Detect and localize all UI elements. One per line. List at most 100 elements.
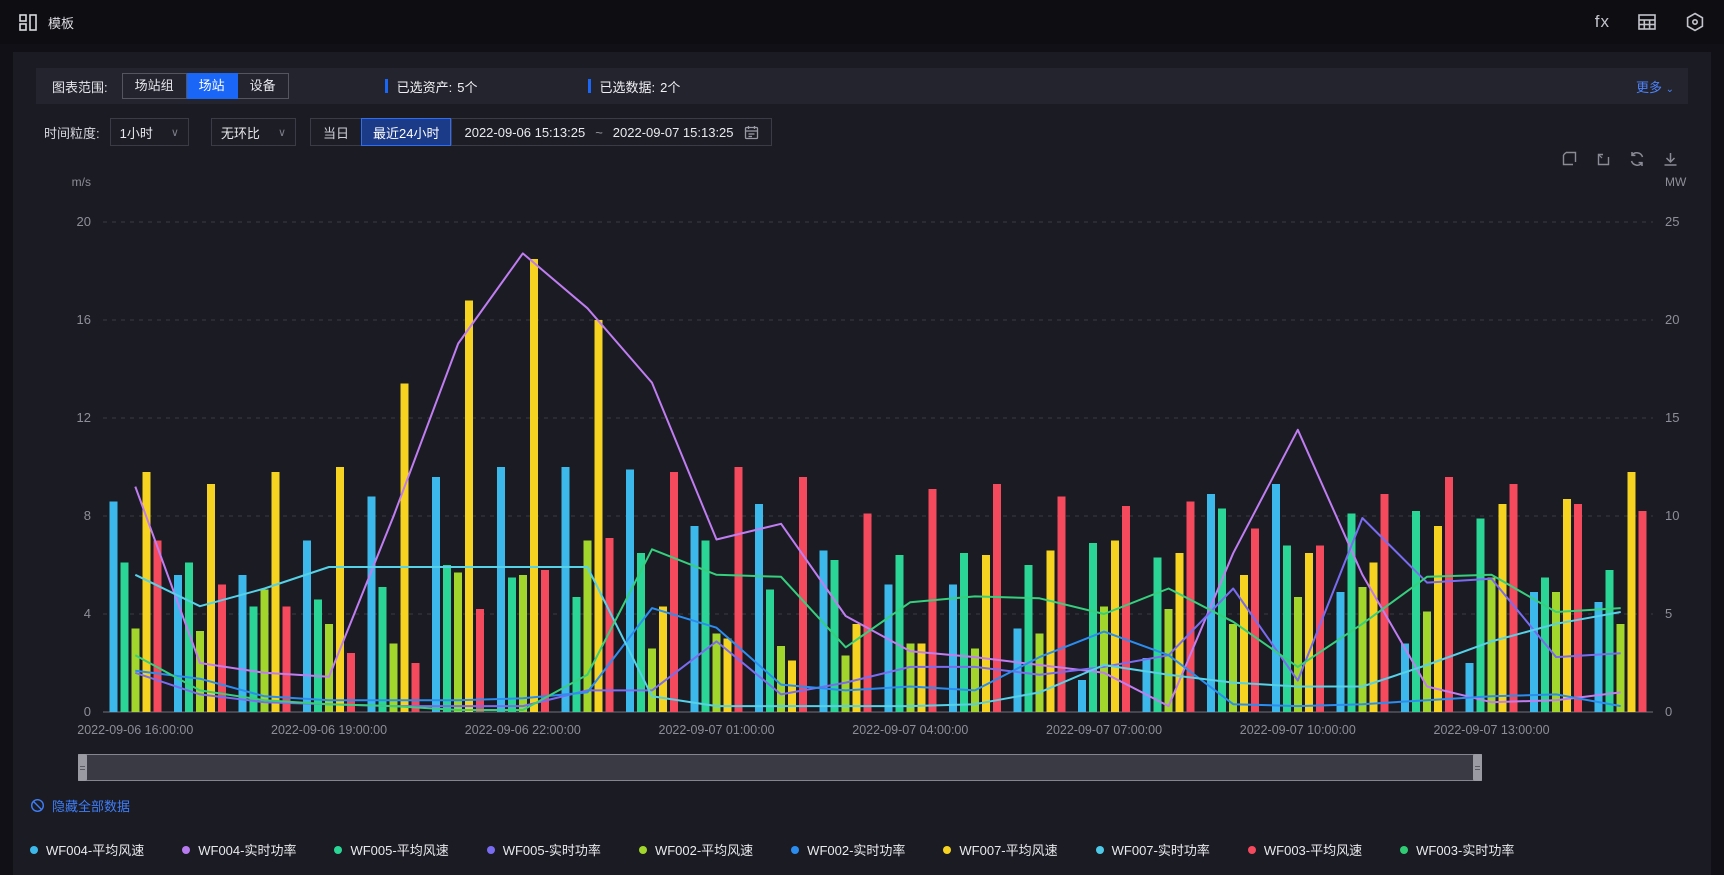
bar[interactable] <box>959 552 968 713</box>
bar[interactable] <box>712 633 721 712</box>
settings-gear-icon[interactable] <box>1684 11 1706 33</box>
bar[interactable] <box>1229 623 1238 712</box>
bar[interactable] <box>282 606 291 712</box>
bar[interactable] <box>109 501 118 712</box>
legend-item[interactable]: WF005-实时功率 <box>486 840 601 859</box>
bar[interactable] <box>303 540 311 713</box>
bar[interactable] <box>195 631 204 712</box>
bar[interactable] <box>271 471 280 712</box>
chart-area[interactable]: 0 4 8 12 16 20 0 5 10 15 20 25 m/s MW 2022-09-06 16:00… <box>13 172 1713 738</box>
bar[interactable] <box>443 565 452 712</box>
bar[interactable] <box>367 496 376 712</box>
bar[interactable] <box>1293 596 1302 713</box>
bar[interactable] <box>1369 562 1378 712</box>
table-view-icon[interactable] <box>1636 11 1658 33</box>
legend-item[interactable]: WF005-平均风速 <box>334 840 449 859</box>
legend-item[interactable]: WF004-平均风速 <box>30 840 144 859</box>
last24h-button[interactable]: 最近24小时 <box>361 118 452 146</box>
bar[interactable] <box>917 643 926 712</box>
bar[interactable] <box>734 467 743 712</box>
bar[interactable] <box>1078 680 1086 712</box>
bar[interactable] <box>1164 609 1173 712</box>
bar[interactable] <box>1271 484 1280 712</box>
datazoom-right-handle[interactable] <box>1473 754 1482 781</box>
bar[interactable] <box>1142 658 1151 712</box>
bar[interactable] <box>529 258 538 713</box>
bar[interactable] <box>884 584 893 712</box>
refresh-icon[interactable] <box>1628 150 1646 168</box>
datazoom-slider[interactable] <box>78 754 1482 781</box>
bar[interactable] <box>1240 574 1249 712</box>
scope-button[interactable]: 设备 <box>237 73 289 99</box>
legend-item[interactable]: WF007-实时功率 <box>1095 840 1210 859</box>
legend-item[interactable]: WF002-实时功率 <box>791 840 905 859</box>
bar[interactable] <box>1509 484 1518 712</box>
bar[interactable] <box>153 540 162 713</box>
bar[interactable] <box>206 484 215 712</box>
today-button[interactable]: 当日 <box>310 118 362 146</box>
zoom-select-icon[interactable] <box>1562 150 1579 168</box>
bar[interactable] <box>1024 565 1033 712</box>
bar[interactable] <box>799 476 808 712</box>
datazoom-left-handle[interactable] <box>78 754 87 781</box>
bar[interactable] <box>1100 606 1108 712</box>
granularity-select[interactable]: 1小时 ∨ <box>109 118 189 146</box>
bar[interactable] <box>777 645 786 713</box>
bar[interactable] <box>1153 557 1162 712</box>
bar[interactable] <box>1638 511 1647 712</box>
bar[interactable] <box>476 609 485 712</box>
bar[interactable] <box>454 572 463 713</box>
bar[interactable] <box>518 574 527 712</box>
bar[interactable] <box>1282 545 1291 712</box>
bar[interactable] <box>1627 471 1636 712</box>
bar[interactable] <box>1304 552 1313 713</box>
bar[interactable] <box>314 599 322 712</box>
date-range-picker[interactable]: 2022-09-06 15:13:25 ~ 2022-09-07 15:13:2… <box>451 118 772 146</box>
power-line[interactable] <box>134 252 1621 708</box>
bar[interactable] <box>1563 498 1572 712</box>
bar[interactable] <box>336 467 344 712</box>
bar[interactable] <box>1616 623 1625 712</box>
bar[interactable] <box>766 589 775 713</box>
fx-formula-icon[interactable]: fx <box>1595 12 1610 32</box>
bar[interactable] <box>120 562 129 712</box>
bar[interactable] <box>1089 542 1097 712</box>
bar[interactable] <box>572 596 581 713</box>
bar[interactable] <box>507 577 516 713</box>
bar[interactable] <box>690 525 699 712</box>
compare-select[interactable]: 无环比 ∨ <box>210 118 296 146</box>
bar[interactable] <box>249 606 258 712</box>
bar[interactable] <box>1445 476 1453 712</box>
legend-item[interactable]: WF003-实时功率 <box>1400 840 1514 859</box>
bar[interactable] <box>906 643 915 712</box>
bar[interactable] <box>496 467 505 712</box>
bar[interactable] <box>347 653 355 712</box>
bar[interactable] <box>1186 501 1195 712</box>
bar[interactable] <box>1035 633 1044 712</box>
bar[interactable] <box>260 589 269 713</box>
bar[interactable] <box>1336 591 1345 712</box>
bar[interactable] <box>1412 511 1420 712</box>
power-line[interactable] <box>134 548 1621 711</box>
bar[interactable] <box>895 555 904 712</box>
more-link[interactable]: 更多 ⌄ <box>1636 77 1674 96</box>
bar[interactable] <box>1498 503 1507 713</box>
bar[interactable] <box>1465 663 1474 712</box>
bar[interactable] <box>648 648 656 712</box>
zoom-reset-icon[interactable] <box>1595 150 1612 168</box>
bar[interactable] <box>1434 525 1442 712</box>
bar[interactable] <box>863 513 872 712</box>
scope-button[interactable]: 场站组 <box>121 73 187 99</box>
bar[interactable] <box>981 555 990 712</box>
bar[interactable] <box>948 584 957 712</box>
bar[interactable] <box>1358 587 1367 713</box>
scope-button[interactable]: 场站 <box>186 73 238 99</box>
bar[interactable] <box>400 383 409 712</box>
bar[interactable] <box>1605 569 1614 712</box>
bar[interactable] <box>1122 506 1130 712</box>
legend-item[interactable]: WF002-平均风速 <box>638 840 753 859</box>
bar[interactable] <box>389 643 398 712</box>
power-line[interactable] <box>134 517 1621 708</box>
bar[interactable] <box>659 606 667 712</box>
bar[interactable] <box>561 467 570 712</box>
